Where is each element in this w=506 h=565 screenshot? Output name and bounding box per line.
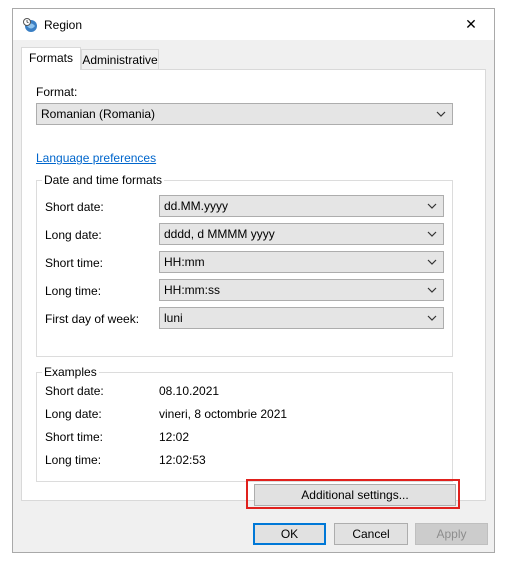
tab-formats[interactable]: Formats [21,47,81,70]
chevron-down-icon [427,259,437,265]
close-icon: ✕ [465,16,477,32]
example-short-time-value: 12:02 [159,430,190,444]
chevron-down-icon [427,287,437,293]
first-day-of-week-select[interactable]: luni [159,307,444,329]
formats-panel: Format: Romanian (Romania) Language pref… [21,69,486,501]
short-time-label: Short time: [45,256,104,270]
example-long-time-value: 12:02:53 [159,453,206,467]
examples-title: Examples [42,365,99,379]
long-date-select[interactable]: dddd, d MMMM yyyy [159,223,444,245]
chevron-down-icon [436,111,446,117]
globe-clock-icon [23,18,37,32]
window-title: Region [44,18,83,32]
chevron-down-icon [427,231,437,237]
example-short-time-label: Short time: [45,430,104,444]
short-date-select[interactable]: dd.MM.yyyy [159,195,444,217]
date-time-formats-title: Date and time formats [42,173,165,187]
ok-button[interactable]: OK [253,523,326,545]
format-value: Romanian (Romania) [41,107,156,121]
example-long-time-label: Long time: [45,453,102,467]
chevron-down-icon [427,315,437,321]
format-label: Format: [36,85,78,99]
long-date-label: Long date: [45,228,102,242]
long-time-label: Long time: [45,284,102,298]
first-day-of-week-label: First day of week: [45,312,140,326]
example-long-date-value: vineri, 8 octombrie 2021 [159,407,288,421]
example-long-date-label: Long date: [45,407,102,421]
language-preferences-link[interactable]: Language preferences [36,151,156,165]
close-button[interactable]: ✕ [448,9,494,40]
date-time-formats-group: Date and time formats Short date: dd.MM.… [36,173,453,357]
examples-group: Examples Short date: 08.10.2021 Long dat… [36,365,453,482]
region-dialog: Region ✕ Formats Administrative Format: … [12,8,495,553]
apply-button[interactable]: Apply [415,523,488,545]
example-short-date-value: 08.10.2021 [159,384,220,398]
chevron-down-icon [427,203,437,209]
short-date-value: dd.MM.yyyy [164,199,229,213]
cancel-button[interactable]: Cancel [334,523,408,545]
first-day-of-week-value: luni [164,311,183,325]
format-select[interactable]: Romanian (Romania) [36,103,453,125]
short-date-label: Short date: [45,200,104,214]
example-short-date-label: Short date: [45,384,104,398]
long-time-value: HH:mm:ss [164,283,220,297]
short-time-value: HH:mm [164,255,205,269]
title-bar: Region ✕ [13,9,494,40]
long-date-value: dddd, d MMMM yyyy [164,227,275,241]
short-time-select[interactable]: HH:mm [159,251,444,273]
tab-administrative[interactable]: Administrative [81,49,159,69]
highlight-box [246,479,460,509]
long-time-select[interactable]: HH:mm:ss [159,279,444,301]
